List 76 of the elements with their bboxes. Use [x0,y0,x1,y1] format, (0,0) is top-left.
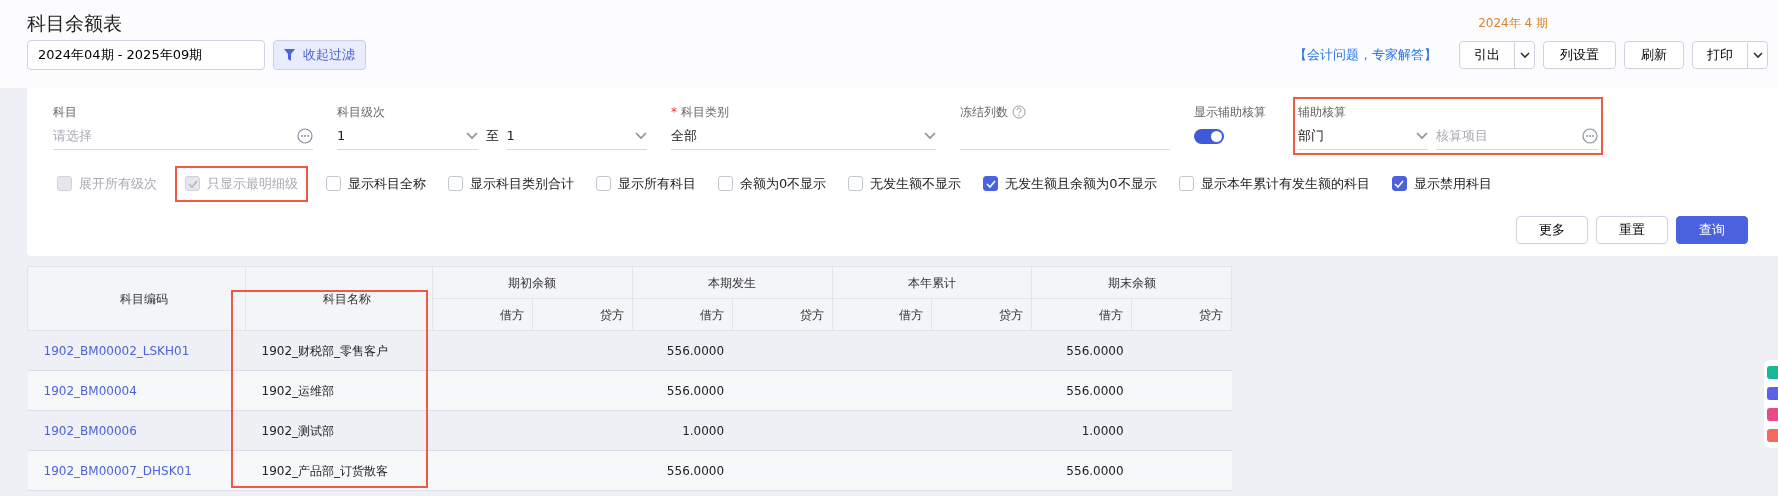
field-label: 显示辅助核算 [1194,104,1266,121]
field-label: 科目级次 [337,104,385,121]
column-header: 科目名称 [245,266,433,331]
help-link[interactable]: 【会计问题，专家解答】 [1294,45,1437,65]
level-select[interactable]: 1 [337,122,478,150]
chevron-down-icon [1416,131,1428,140]
shortcut-icon[interactable] [1767,387,1778,400]
caret-icon [1519,51,1530,59]
option-checkbox[interactable]: 余额为0不显示 [714,172,831,196]
action-button[interactable]: 更多 [1516,215,1588,244]
subcolumn-header: 借方 [1031,298,1132,331]
separator-label: 至 [485,127,499,146]
toolbar-button[interactable]: 列设置 [1543,41,1616,69]
option-checkbox[interactable]: 无发生额且余额为0不显示 [979,172,1161,196]
table-cell: 556.0000 [632,370,733,411]
dimension-select[interactable]: 部门 [1298,122,1428,150]
check-icon [1394,179,1405,188]
column-group-header: 本年累计 [832,266,1032,299]
subcolumn-header: 贷方 [532,298,633,331]
caret-icon [1752,51,1763,59]
option-checkbox[interactable]: 无发生额不显示 [844,172,966,196]
table-cell: 1902_运维部 [245,370,433,411]
table-cell: 1902_财税部_零售客户 [245,330,433,371]
option-checkbox[interactable]: 显示所有科目 [592,172,700,196]
shortcut-icon[interactable] [1767,366,1778,379]
table-cell: 556.0000 [1031,370,1132,411]
shortcut-icon[interactable] [1767,408,1778,421]
chevron-down-icon [465,131,478,140]
column-group-header: 期初余额 [432,266,633,299]
toolbar-button[interactable]: 刷新 [1624,41,1684,69]
table-cell: 1.0000 [632,410,733,451]
action-button[interactable]: 重置 [1596,215,1668,244]
shortcut-icon[interactable] [1767,429,1778,442]
filter-toggle-button[interactable]: 收起过滤 [273,40,366,70]
more-icon [1582,127,1598,144]
level-select[interactable]: 1 [506,122,647,150]
required-mark: * [671,104,677,121]
account-code-link[interactable]: 1902_BM00006 [43,423,137,438]
table-cell: 556.0000 [632,450,733,491]
help-icon [1012,105,1026,119]
toggle-switch[interactable] [1194,128,1224,144]
column-header: 科目编码 [27,266,246,331]
query-button[interactable]: 查询 [1676,215,1748,244]
table-cell: 1902_测试部 [245,410,433,451]
field-label: 科目 [53,104,77,121]
field-label: 冻结列数 [960,104,1008,121]
subcolumn-header: 贷方 [1131,298,1232,331]
table-cell: 556.0000 [632,330,733,371]
table-cell: 1.0000 [1031,410,1132,451]
subcolumn-header: 借方 [432,298,533,331]
option-checkbox[interactable]: 显示禁用科目 [1387,172,1496,196]
subcolumn-header: 贷方 [732,298,832,331]
field-label: 科目类别 [681,104,729,121]
subcolumn-header: 贷方 [931,298,1032,331]
subcolumn-header: 借方 [832,298,932,331]
filter-icon [284,49,295,61]
table-cell: 556.0000 [1031,330,1132,371]
more-icon [297,127,313,144]
page-title: 科目余额表 [27,11,122,36]
option-checkbox[interactable]: 显示科目全称 [322,172,430,196]
account-code-link[interactable]: 1902_BM00004 [43,383,137,398]
check-icon [187,179,198,188]
account-code-link[interactable]: 1902_BM00002_LSKH01 [43,343,190,358]
subcolumn-header: 借方 [632,298,733,331]
option-checkbox[interactable]: 显示本年累计有发生额的科目 [1174,172,1374,196]
chevron-down-icon [635,131,647,140]
column-group-header: 期末余额 [1031,266,1232,299]
period-label: 2024年 4 期 [1478,15,1548,32]
field-label: 辅助核算 [1298,104,1346,121]
category-select[interactable]: 全部 [671,122,936,150]
check-icon [985,179,996,188]
chevron-down-icon [924,131,936,140]
column-group-header: 本期发生 [632,266,832,299]
table-cell: 556.0000 [1031,450,1132,491]
option-checkbox[interactable]: 显示科目类别合计 [444,172,578,196]
date-range-field[interactable]: 2024年04期 - 2025年09期 [27,40,265,70]
